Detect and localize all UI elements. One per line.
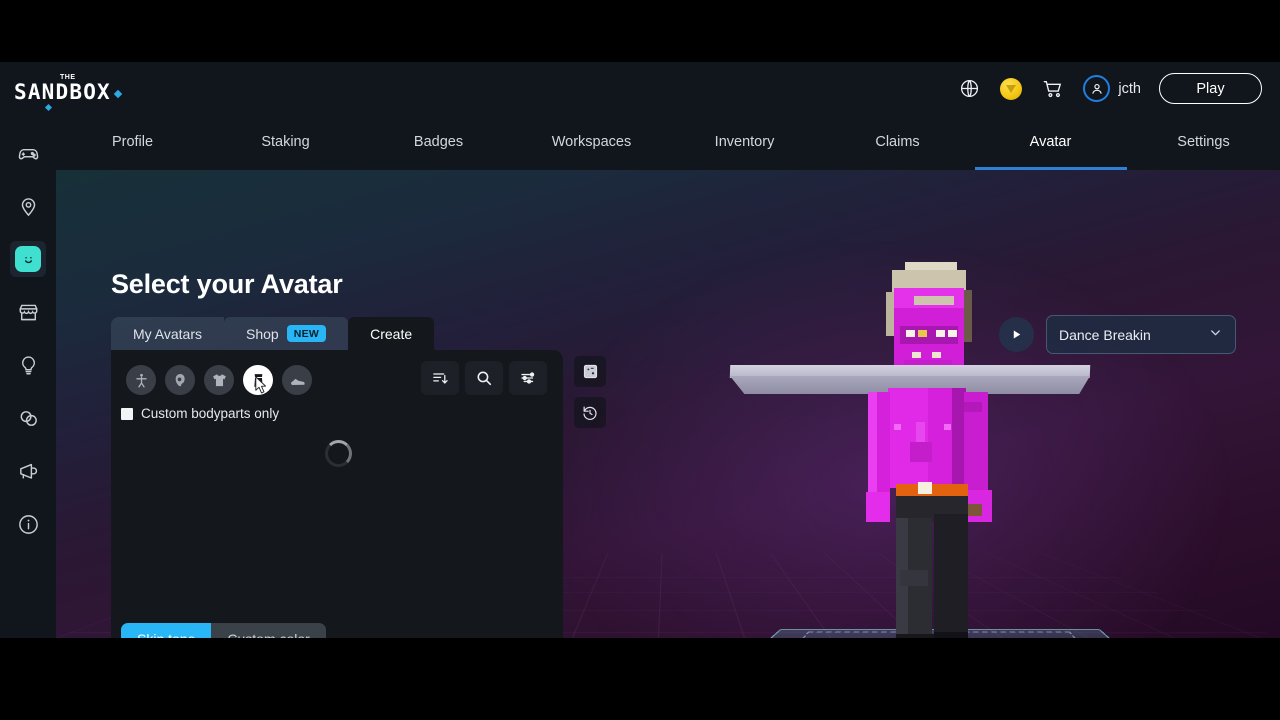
tab-workspaces[interactable]: Workspaces bbox=[515, 115, 668, 170]
filter-sliders-icon[interactable] bbox=[509, 361, 547, 395]
user-menu[interactable]: jcth bbox=[1083, 75, 1141, 102]
header-actions: jcth Play bbox=[957, 73, 1262, 104]
logo-diamond-small-icon bbox=[44, 103, 53, 112]
sidebar-item-news[interactable] bbox=[10, 453, 46, 489]
sidebar-item-gamepad[interactable] bbox=[10, 135, 46, 171]
bodypart-filter-row bbox=[126, 365, 312, 395]
sidebar-item-collections[interactable] bbox=[10, 400, 46, 436]
main-nav-tabs: Profile Staking Badges Workspaces Invent… bbox=[56, 115, 1280, 170]
sidebar-item-info[interactable] bbox=[10, 506, 46, 542]
screenshot-root: THE SANDBOX jcth Play Profile Staking Ba… bbox=[0, 0, 1280, 720]
panel-tab-create[interactable]: Create bbox=[348, 317, 435, 350]
letterbox-bottom bbox=[0, 638, 1280, 720]
panel-tab-my-avatars[interactable]: My Avatars bbox=[111, 317, 224, 350]
sand-coin-icon[interactable] bbox=[999, 77, 1023, 101]
logo-diamond-icon bbox=[113, 89, 123, 99]
panel-tab-shop-label: Shop bbox=[246, 325, 279, 342]
color-mode-toggle: Skin tone Custom color bbox=[121, 623, 326, 638]
sort-icon[interactable] bbox=[421, 361, 459, 395]
checkbox-box bbox=[121, 407, 133, 420]
cart-icon[interactable] bbox=[1041, 77, 1065, 101]
avatar-panel-tabs: My Avatars Shop NEW Create bbox=[111, 317, 435, 350]
sidebar-item-lightbulb[interactable] bbox=[10, 347, 46, 383]
sandbox-app: THE SANDBOX jcth Play Profile Staking Ba… bbox=[0, 62, 1280, 638]
tab-staking[interactable]: Staking bbox=[209, 115, 362, 170]
tab-badges[interactable]: Badges bbox=[362, 115, 515, 170]
tab-inventory[interactable]: Inventory bbox=[668, 115, 821, 170]
animation-select-value: Dance Breakin bbox=[1059, 326, 1151, 343]
viewport-side-tools bbox=[574, 356, 606, 428]
username-label: jcth bbox=[1118, 80, 1141, 97]
search-icon[interactable] bbox=[465, 361, 503, 395]
panel-tab-shop[interactable]: Shop NEW bbox=[224, 317, 349, 350]
user-avatar-icon bbox=[1083, 75, 1111, 102]
tab-avatar[interactable]: Avatar bbox=[974, 115, 1127, 170]
sidebar-item-avatar[interactable] bbox=[10, 241, 46, 277]
panel-tools bbox=[421, 361, 547, 395]
skin-tone-button[interactable]: Skin tone bbox=[121, 623, 212, 638]
reset-history-icon[interactable] bbox=[574, 397, 606, 428]
bodypart-pants-button[interactable] bbox=[243, 365, 273, 395]
custom-bodyparts-checkbox[interactable]: Custom bodyparts only bbox=[121, 406, 279, 421]
sidebar-item-store[interactable] bbox=[10, 294, 46, 330]
sidebar-item-map[interactable] bbox=[10, 188, 46, 224]
avatar-smiley-icon bbox=[15, 246, 41, 272]
logo-sandbox-text: SANDBOX bbox=[14, 80, 111, 104]
panel-tab-create-label: Create bbox=[370, 325, 413, 342]
bodypart-shirt-button[interactable] bbox=[204, 365, 234, 395]
avatar-create-panel bbox=[111, 350, 563, 638]
custom-bodyparts-label: Custom bodyparts only bbox=[141, 406, 280, 421]
custom-color-button[interactable]: Custom color bbox=[211, 623, 326, 638]
play-animation-button[interactable] bbox=[999, 317, 1034, 352]
app-header: THE SANDBOX jcth Play bbox=[0, 62, 1280, 115]
play-button[interactable]: Play bbox=[1159, 73, 1262, 104]
chevron-down-icon bbox=[1208, 325, 1223, 345]
loading-spinner bbox=[325, 440, 352, 467]
left-sidebar bbox=[0, 115, 56, 638]
new-badge: NEW bbox=[286, 325, 327, 342]
bodypart-body-button[interactable] bbox=[126, 365, 156, 395]
page-title: Select your Avatar bbox=[111, 269, 343, 299]
bodypart-shoes-button[interactable] bbox=[282, 365, 312, 395]
screenshot-icon[interactable] bbox=[574, 356, 606, 387]
animation-select[interactable]: Dance Breakin bbox=[1046, 315, 1236, 354]
sandbox-logo[interactable]: THE SANDBOX bbox=[14, 74, 123, 112]
panel-tab-my-avatars-label: My Avatars bbox=[133, 325, 202, 342]
tab-claims[interactable]: Claims bbox=[821, 115, 974, 170]
bodypart-head-button[interactable] bbox=[165, 365, 195, 395]
globe-icon[interactable] bbox=[957, 77, 981, 101]
tab-profile[interactable]: Profile bbox=[56, 115, 209, 170]
tab-settings[interactable]: Settings bbox=[1127, 115, 1280, 170]
letterbox-top bbox=[0, 0, 1280, 62]
